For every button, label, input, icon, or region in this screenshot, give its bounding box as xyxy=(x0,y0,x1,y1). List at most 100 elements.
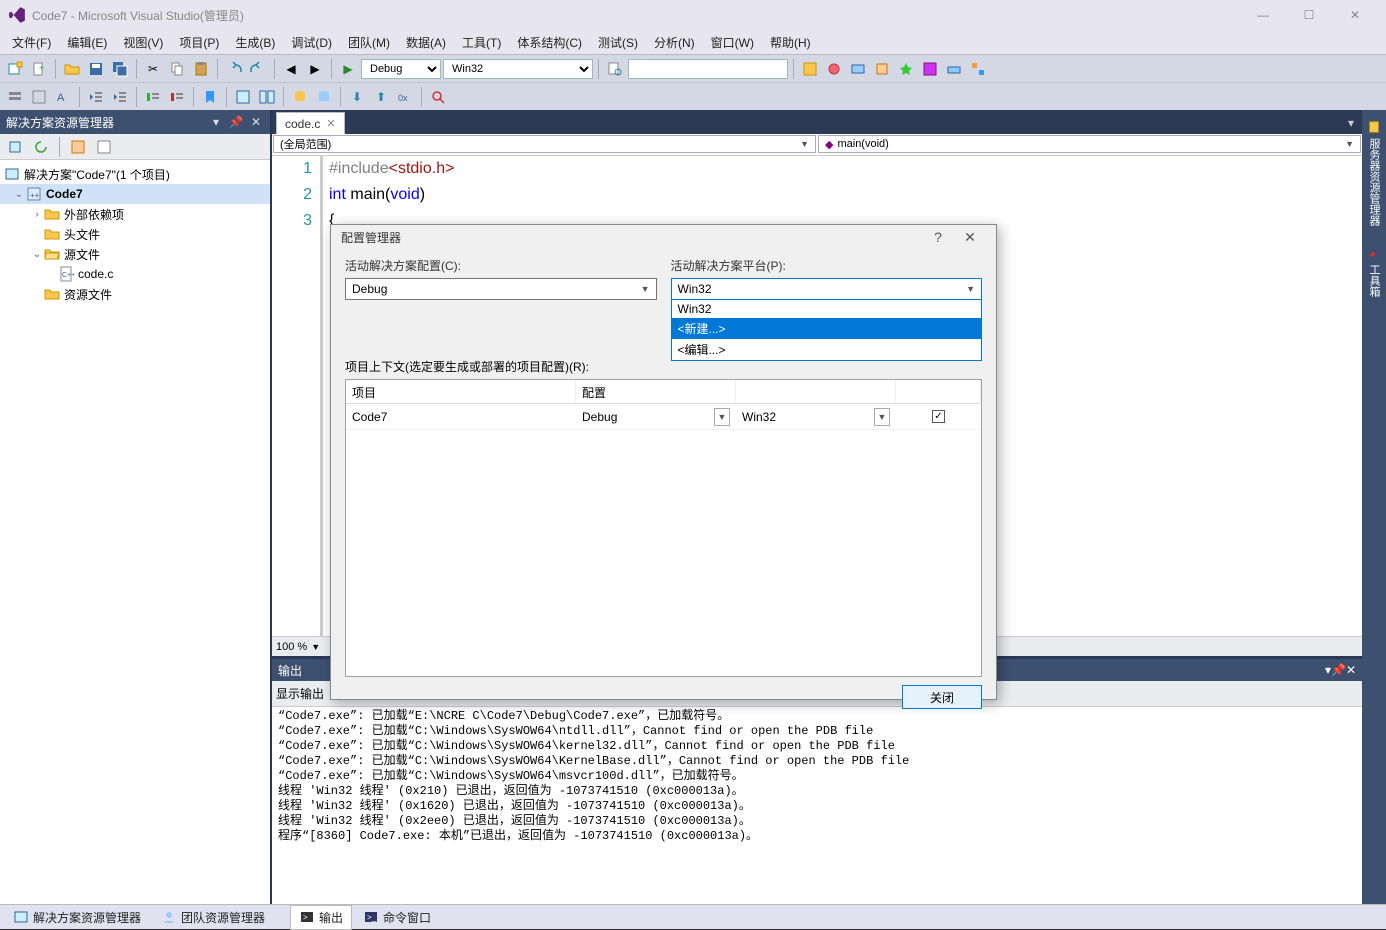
output-pin-icon[interactable]: 📌 xyxy=(1331,663,1346,677)
close-button[interactable]: ✕ xyxy=(1332,0,1378,30)
menu-item[interactable]: 文件(F) xyxy=(4,31,59,54)
tb-icon-4[interactable] xyxy=(871,58,893,80)
output-close-icon[interactable]: ✕ xyxy=(1346,663,1356,677)
sol-showall-button[interactable] xyxy=(67,136,89,158)
tab-close-icon[interactable]: ✕ xyxy=(326,117,335,130)
tb-icon-2[interactable] xyxy=(823,58,845,80)
tb2-win1-button[interactable] xyxy=(232,86,254,108)
btab-output[interactable]: >输出 xyxy=(290,905,352,930)
cut-button[interactable]: ✂ xyxy=(142,58,164,80)
menu-item[interactable]: 视图(V) xyxy=(115,31,171,54)
btab-solution[interactable]: 解决方案资源管理器 xyxy=(4,905,150,930)
indent-inc-button[interactable] xyxy=(109,86,131,108)
config-combo[interactable]: Debug xyxy=(361,59,441,79)
platform-option[interactable]: <新建...> xyxy=(672,318,982,339)
platform-option[interactable]: Win32 xyxy=(672,300,982,318)
menu-item[interactable]: 分析(N) xyxy=(646,31,703,54)
panel-dropdown-icon[interactable]: ▾ xyxy=(208,114,224,130)
solution-tree[interactable]: 解决方案"Code7"(1 个项目) ⌄ ++ Code7 › 外部依赖项 头文… xyxy=(0,160,270,904)
tb2-win2-button[interactable] xyxy=(256,86,278,108)
rail-toolbox[interactable]: 工具箱 xyxy=(1364,240,1384,303)
tb2-arrow2-button[interactable]: ⬆ xyxy=(370,86,392,108)
grid-row[interactable]: Code7 Debug▼ Win32▼ ✓ xyxy=(346,404,981,430)
save-button[interactable] xyxy=(85,58,107,80)
col-project[interactable]: 项目 xyxy=(346,380,576,403)
start-button[interactable]: ▶ xyxy=(337,58,359,80)
scope-combo[interactable]: (全局范围)▼ xyxy=(273,135,816,153)
tb2-arrow1-button[interactable]: ⬇ xyxy=(346,86,368,108)
uncomment-button[interactable] xyxy=(166,86,188,108)
rail-server-explorer[interactable]: 服务器资源管理器 xyxy=(1364,114,1384,232)
expand-icon[interactable]: › xyxy=(30,209,44,220)
col-platform[interactable] xyxy=(736,380,896,403)
tree-ext-folder[interactable]: › 外部依赖项 xyxy=(0,204,270,224)
menu-item[interactable]: 帮助(H) xyxy=(762,31,819,54)
minimize-button[interactable]: ― xyxy=(1240,0,1286,30)
output-text[interactable]: “Code7.exe”: 已加载“E:\NCRE C\Code7\Debug\C… xyxy=(272,707,1362,904)
redo-button[interactable] xyxy=(247,58,269,80)
dialog-help-button[interactable]: ? xyxy=(922,225,954,249)
menu-item[interactable]: 团队(M) xyxy=(340,31,398,54)
col-build[interactable] xyxy=(896,380,981,403)
platform-option[interactable]: <编辑...> xyxy=(672,339,982,360)
tb-icon-8[interactable] xyxy=(967,58,989,80)
btab-command[interactable]: >_命令窗口 xyxy=(354,905,440,930)
nav-back-button[interactable]: ◀ xyxy=(280,58,302,80)
platform-combo[interactable]: Win32 xyxy=(443,59,593,79)
add-item-button[interactable]: + xyxy=(28,58,50,80)
comment-button[interactable] xyxy=(142,86,164,108)
tb-icon-7[interactable] xyxy=(943,58,965,80)
tab-dropdown-icon[interactable]: ▾ xyxy=(1340,112,1362,134)
menu-item[interactable]: 窗口(W) xyxy=(703,31,762,54)
nav-fwd-button[interactable]: ▶ xyxy=(304,58,326,80)
member-combo[interactable]: ◆main(void)▼ xyxy=(818,135,1361,153)
panel-close-icon[interactable]: ✕ xyxy=(248,114,264,130)
bookmark-button[interactable] xyxy=(199,86,221,108)
dialog-close-action-button[interactable]: 关闭 xyxy=(902,685,982,709)
tb-icon-6[interactable] xyxy=(919,58,941,80)
paste-button[interactable] xyxy=(190,58,212,80)
panel-pin-icon[interactable]: 📌 xyxy=(228,114,244,130)
row-config-combo[interactable]: ▼ xyxy=(714,408,730,426)
col-config[interactable]: 配置 xyxy=(576,380,736,403)
btab-team[interactable]: 团队资源管理器 xyxy=(152,905,274,930)
active-platform-combo[interactable]: Win32▼ Win32<新建...><编辑...> xyxy=(671,278,983,300)
save-all-button[interactable] xyxy=(109,58,131,80)
new-project-button[interactable] xyxy=(4,58,26,80)
menu-item[interactable]: 测试(S) xyxy=(590,31,646,54)
tree-res-folder[interactable]: 资源文件 xyxy=(0,284,270,304)
tb-icon-1[interactable] xyxy=(799,58,821,80)
tb2-icon-1[interactable] xyxy=(4,86,26,108)
tb2-icon-2[interactable] xyxy=(28,86,50,108)
tb2-hex-button[interactable]: 0x xyxy=(394,86,416,108)
indent-dec-button[interactable] xyxy=(85,86,107,108)
tb2-icon-3[interactable]: A xyxy=(52,86,74,108)
tb-icon-5[interactable] xyxy=(895,58,917,80)
tb2-db1-button[interactable] xyxy=(289,86,311,108)
tb-icon-3[interactable] xyxy=(847,58,869,80)
tree-project-node[interactable]: ⌄ ++ Code7 xyxy=(0,184,270,204)
sol-home-button[interactable] xyxy=(4,136,26,158)
menu-item[interactable]: 项目(P) xyxy=(171,31,227,54)
open-button[interactable] xyxy=(61,58,83,80)
tb2-mag-button[interactable] xyxy=(427,86,449,108)
find-in-files-button[interactable] xyxy=(604,58,626,80)
sol-refresh-button[interactable] xyxy=(30,136,52,158)
search-box[interactable] xyxy=(628,59,788,79)
tree-file-codec[interactable]: C++ code.c xyxy=(0,264,270,284)
editor-tab-codec[interactable]: code.c ✕ xyxy=(276,112,345,134)
tree-hdr-folder[interactable]: 头文件 xyxy=(0,224,270,244)
menu-item[interactable]: 调试(D) xyxy=(283,31,340,54)
sol-props-button[interactable] xyxy=(93,136,115,158)
tree-src-folder[interactable]: ⌄ 源文件 xyxy=(0,244,270,264)
zoom-level[interactable]: 100 % xyxy=(276,641,307,653)
tb2-db2-button[interactable] xyxy=(313,86,335,108)
row-build-checkbox[interactable]: ✓ xyxy=(932,410,945,423)
menu-item[interactable]: 工具(T) xyxy=(454,31,509,54)
expand-icon[interactable]: ⌄ xyxy=(30,249,44,260)
menu-item[interactable]: 数据(A) xyxy=(398,31,454,54)
row-platform-combo[interactable]: ▼ xyxy=(874,408,890,426)
dialog-close-button[interactable]: ✕ xyxy=(954,225,986,249)
menu-item[interactable]: 编辑(E) xyxy=(59,31,115,54)
active-config-combo[interactable]: Debug▼ xyxy=(345,278,657,300)
